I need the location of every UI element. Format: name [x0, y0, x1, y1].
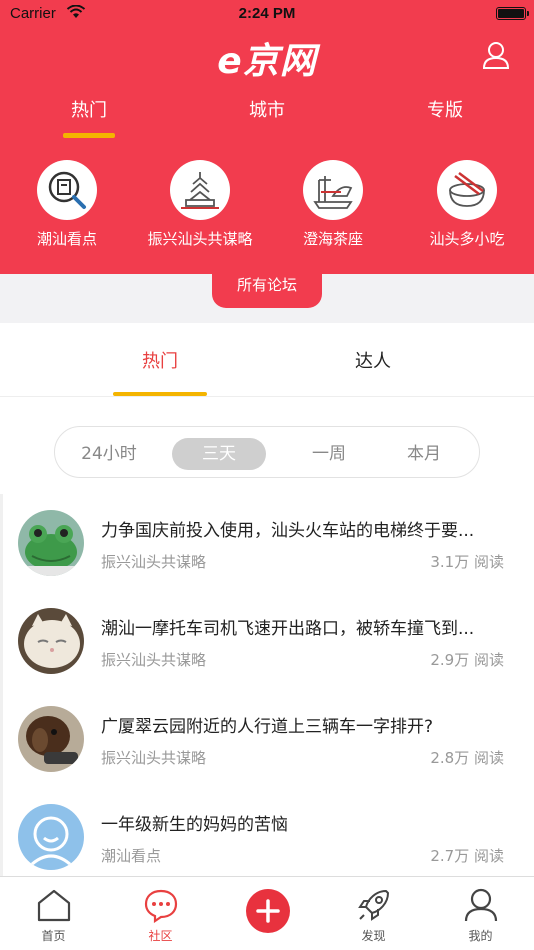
post-forum: 振兴汕头共谋略 [101, 553, 207, 571]
post-row[interactable]: 广厦翠云园附近的人行道上三辆车一字排开? 振兴汕头共谋略 2.8万 阅读 [0, 690, 534, 788]
tab-underline [63, 133, 115, 138]
rocket-icon [358, 890, 389, 921]
period-week[interactable]: 一周 [282, 438, 376, 470]
tabbar-label: 首页 [41, 929, 66, 943]
top-tabs: 热门 城市 专版 [0, 90, 534, 140]
forum-chaoshan-watch[interactable]: 潮汕看点 [0, 160, 134, 249]
forum-shantou-snacks[interactable]: 汕头多小吃 [400, 160, 534, 249]
tab-hot[interactable]: 热门 [29, 96, 149, 122]
tabbar-label: 我的 [468, 929, 493, 943]
home-icon [37, 889, 71, 922]
post-read-count: 2.7万 阅读 [430, 847, 504, 865]
app-logo: e京网 [217, 41, 317, 82]
sub-tab-experts[interactable]: 达人 [298, 347, 448, 373]
header: Carrier 2:24 PM e京网 热门 城市 专版 潮汕看点 振兴汕头共谋… [0, 0, 534, 274]
row-divider [0, 494, 3, 592]
forum-label: 潮汕看点 [36, 230, 97, 248]
period-month[interactable]: 本月 [377, 438, 471, 470]
tabbar-me[interactable]: 我的 [427, 877, 534, 950]
tab-city[interactable]: 城市 [207, 96, 327, 122]
pagoda-icon [181, 172, 219, 209]
status-bar: Carrier 2:24 PM [0, 0, 534, 28]
sub-tabs: 热门 达人 [0, 323, 534, 397]
sub-tab-underline [113, 392, 207, 396]
post-read-count: 3.1万 阅读 [430, 553, 504, 571]
tabbar-discover[interactable]: 发现 [320, 877, 427, 950]
user-icon[interactable] [482, 40, 510, 70]
bowl-chopsticks-icon [449, 172, 485, 207]
forum-label: 澄海茶座 [302, 230, 363, 248]
row-divider [0, 592, 3, 690]
main-content: 热门 达人 24小时 三天 一周 本月 力争国庆前投入使用，汕头火车站的电梯终于… [0, 323, 534, 876]
tabbar-community[interactable]: 社区 [107, 877, 214, 950]
post-forum: 潮汕看点 [101, 847, 162, 865]
forum-label: 汕头多小吃 [429, 230, 505, 248]
forum-icon-circle [437, 160, 497, 220]
post-forum: 振兴汕头共谋略 [101, 749, 207, 767]
boat-harbor-icon [313, 176, 353, 209]
row-divider [0, 788, 3, 876]
tabbar-home[interactable]: 首页 [0, 877, 107, 950]
frog-avatar [18, 510, 84, 576]
clock: 2:24 PM [238, 5, 296, 22]
post-title: 力争国庆前投入使用，汕头火车站的电梯终于要... [101, 521, 475, 541]
user-icon [464, 888, 498, 922]
forum-chenghai-tea[interactable]: 澄海茶座 [266, 160, 400, 249]
post-row[interactable]: 一年级新生的妈妈的苦恼 潮汕看点 2.7万 阅读 [0, 788, 534, 876]
cat-avatar [18, 608, 84, 674]
forum-revitalize-shantou[interactable]: 振兴汕头共谋略 [133, 160, 267, 249]
battery-icon [496, 7, 529, 20]
plus-button[interactable] [246, 889, 290, 933]
post-row[interactable]: 力争国庆前投入使用，汕头火车站的电梯终于要... 振兴汕头共谋略 3.1万 阅读 [0, 494, 534, 592]
period-3days[interactable]: 三天 [172, 438, 266, 470]
period-filter: 24小时 三天 一周 本月 [54, 426, 480, 478]
post-forum: 振兴汕头共谋略 [101, 651, 207, 669]
post-read-count: 2.9万 阅读 [430, 651, 504, 669]
post-title: 一年级新生的妈妈的苦恼 [101, 815, 288, 835]
tabbar-label: 发现 [361, 929, 386, 943]
post-title: 广厦翠云园附近的人行道上三辆车一字排开? [101, 717, 434, 737]
forum-icon-circle [37, 160, 97, 220]
bottom-tab-bar: 首页 社区 发现 我的 [0, 876, 534, 950]
row-divider [0, 690, 3, 788]
forum-icon-circle [303, 160, 363, 220]
post-row[interactable]: 潮汕一摩托车司机飞速开出路口，被轿车撞飞到... 振兴汕头共谋略 2.9万 阅读 [0, 592, 534, 690]
period-24h[interactable]: 24小时 [62, 438, 156, 470]
tabbar-label: 社区 [148, 929, 173, 943]
all-forums-button[interactable]: 所有论坛 [212, 260, 322, 308]
magnifier-tag-icon [48, 171, 86, 209]
forum-icon-circle [170, 160, 230, 220]
plus-icon [256, 899, 280, 923]
post-title: 潮汕一摩托车司机飞速开出路口，被轿车撞飞到... [101, 619, 475, 639]
dog-avatar [18, 706, 84, 772]
post-read-count: 2.8万 阅读 [430, 749, 504, 767]
chat-bubble-icon [144, 889, 178, 923]
sub-tab-hot[interactable]: 热门 [85, 347, 235, 373]
forum-label: 振兴汕头共谋略 [147, 230, 253, 248]
tab-special[interactable]: 专版 [385, 96, 505, 122]
default-user-avatar [18, 804, 84, 870]
